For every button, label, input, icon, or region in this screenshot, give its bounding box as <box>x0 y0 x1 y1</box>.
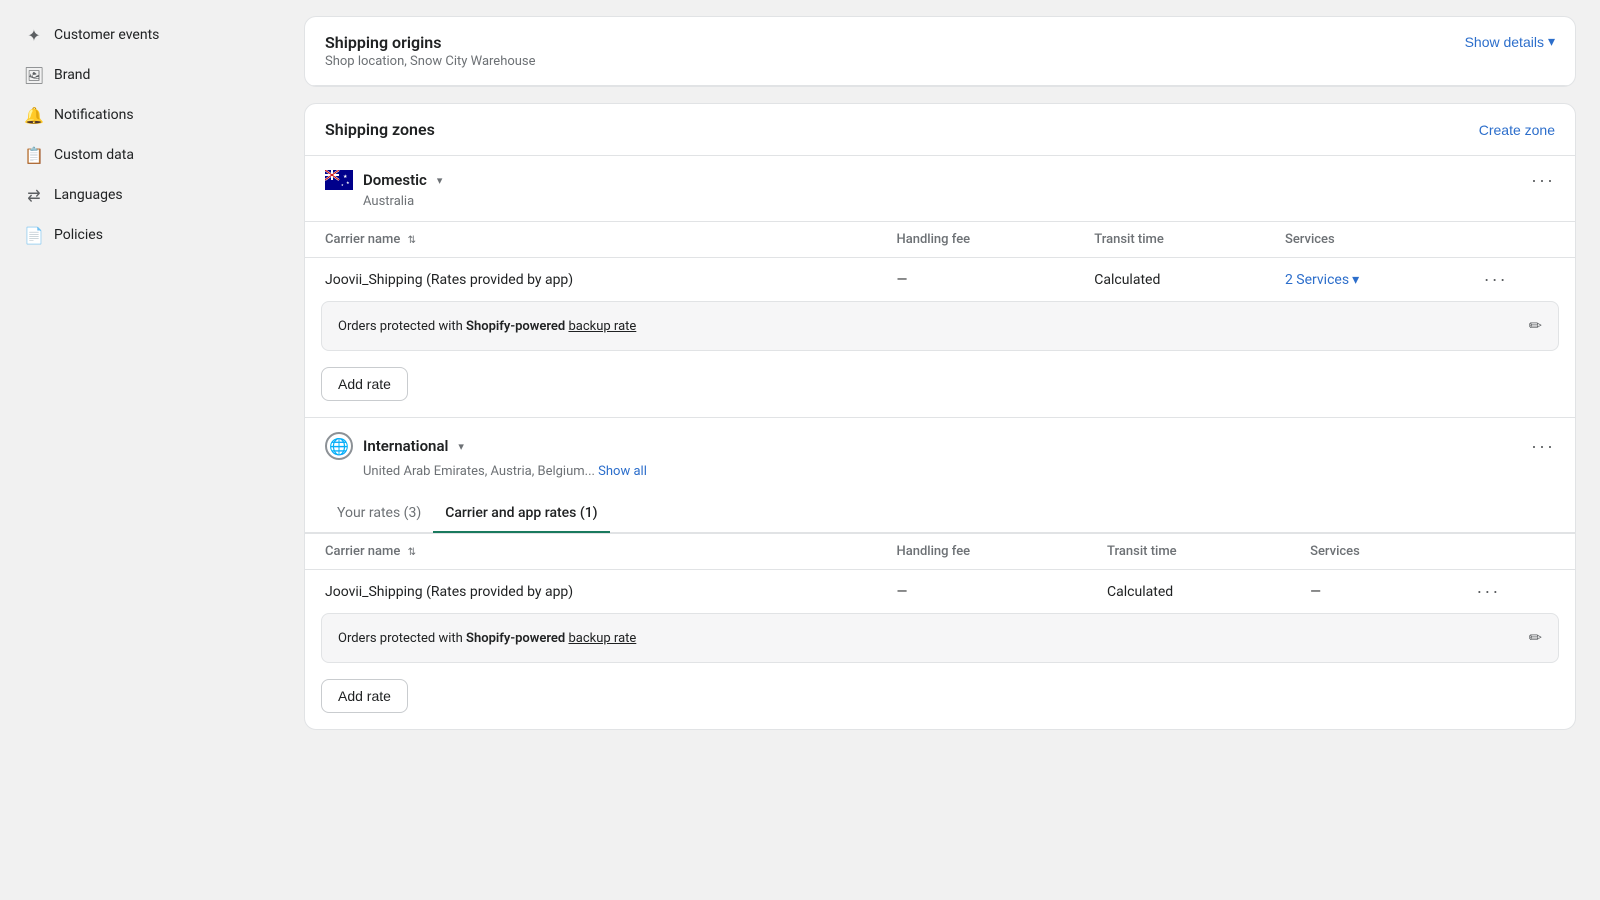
origins-header: Shipping origins Shop location, Snow Cit… <box>305 17 1575 86</box>
sidebar-item-policies[interactable]: 📄 Policies <box>12 216 268 254</box>
sidebar: ✦ Customer events 🖼 Brand 🔔 Notification… <box>0 8 280 900</box>
intl-transit-col-header: Transit time <box>1087 534 1290 570</box>
intl-handling-col-header: Handling fee <box>877 534 1088 570</box>
sidebar-item-languages[interactable]: ⇄ Languages <box>12 176 268 214</box>
zones-title: Shipping zones <box>325 120 435 139</box>
origins-title: Shipping origins <box>325 33 536 52</box>
create-zone-button[interactable]: Create zone <box>1479 122 1555 138</box>
custom-data-icon: 📋 <box>24 145 44 165</box>
svg-text:★: ★ <box>346 180 350 185</box>
languages-icon: ⇄ <box>24 185 44 205</box>
intl-actions-col-header <box>1456 534 1575 570</box>
international-show-all-link[interactable]: Show all <box>598 464 647 479</box>
international-backup-rate-edit-button[interactable]: ✏ <box>1529 628 1542 648</box>
chevron-down-icon: ▾ <box>1548 33 1555 50</box>
sidebar-item-label: Customer events <box>54 27 159 43</box>
domestic-dropdown-icon[interactable]: ▾ <box>437 174 443 187</box>
domestic-zone-menu-button[interactable]: ··· <box>1531 171 1555 189</box>
sidebar-item-label: Policies <box>54 227 103 243</box>
intl-carrier-col-header: Carrier name ⇅ <box>305 534 877 570</box>
domestic-backup-rate-box: Orders protected with Shopify-powered ba… <box>321 301 1559 351</box>
sidebar-item-label: Custom data <box>54 147 134 163</box>
shipping-origins-card: Shipping origins Shop location, Snow Cit… <box>304 16 1576 87</box>
domestic-backup-rate-link[interactable]: backup rate <box>568 319 636 334</box>
international-add-rate-button[interactable]: Add rate <box>321 679 408 713</box>
intl-transit-time: Calculated <box>1087 570 1290 614</box>
domestic-zone-name: Domestic <box>363 171 427 189</box>
sidebar-item-label: Brand <box>54 67 90 83</box>
intl-row-menu: ··· <box>1456 570 1575 614</box>
intl-services-col-header: Services <box>1290 534 1456 570</box>
origins-subtitle: Shop location, Snow City Warehouse <box>325 54 536 69</box>
international-zone: 🌐 International ▾ ··· United Arab Emirat… <box>305 417 1575 729</box>
domestic-zone-title-left: ★ ★ ★ Domestic ▾ <box>325 170 442 190</box>
domestic-transit-time: Calculated <box>1074 258 1265 302</box>
intl-sort-icon: ⇅ <box>408 547 416 558</box>
domestic-handling-fee: — <box>877 258 1075 302</box>
domestic-rate-row: Joovii_Shipping (Rates provided by app) … <box>305 258 1575 302</box>
international-tabs: Your rates (3) Carrier and app rates (1) <box>305 495 1575 533</box>
international-zone-name: International <box>363 437 448 455</box>
international-dropdown-icon[interactable]: ▾ <box>458 440 464 453</box>
brand-icon: 🖼 <box>24 65 44 85</box>
notifications-icon: 🔔 <box>24 105 44 125</box>
domestic-actions-col-header <box>1464 222 1575 258</box>
customer-events-icon: ✦ <box>24 25 44 45</box>
international-rate-row: Joovii_Shipping (Rates provided by app) … <box>305 570 1575 614</box>
sidebar-item-customer-events[interactable]: ✦ Customer events <box>12 16 268 54</box>
intl-carrier-name: Joovii_Shipping (Rates provided by app) <box>305 570 877 614</box>
domestic-services: 2 Services ▾ <box>1265 258 1464 302</box>
domestic-add-rate-button[interactable]: Add rate <box>321 367 408 401</box>
international-zone-title-left: 🌐 International ▾ <box>325 432 464 460</box>
origins-header-left: Shipping origins Shop location, Snow Cit… <box>325 33 536 69</box>
zones-header: Shipping zones Create zone <box>305 104 1575 155</box>
domestic-zone-country: Australia <box>305 194 1575 221</box>
international-backup-rate-link[interactable]: backup rate <box>568 631 636 646</box>
domestic-carrier-col-header: Carrier name ⇅ <box>305 222 877 258</box>
sidebar-item-custom-data[interactable]: 📋 Custom data <box>12 136 268 174</box>
international-backup-rate-box: Orders protected with Shopify-powered ba… <box>321 613 1559 663</box>
policies-icon: 📄 <box>24 225 44 245</box>
domestic-carrier-name: Joovii_Shipping (Rates provided by app) <box>305 258 877 302</box>
sidebar-item-label: Languages <box>54 187 123 203</box>
sidebar-item-label: Notifications <box>54 107 134 123</box>
domestic-handling-col-header: Handling fee <box>877 222 1075 258</box>
australia-flag-icon: ★ ★ ★ <box>325 170 353 190</box>
domestic-zone: ★ ★ ★ Domestic ▾ ··· Australia Carrier n… <box>305 155 1575 417</box>
international-zone-countries: United Arab Emirates, Austria, Belgium..… <box>305 464 1575 491</box>
intl-services: — <box>1290 570 1456 614</box>
domestic-row-menu: ··· <box>1464 258 1575 302</box>
globe-icon: 🌐 <box>325 432 353 460</box>
international-rate-table: Carrier name ⇅ Handling fee Transit time… <box>305 533 1575 613</box>
intl-handling-fee: — <box>877 570 1088 614</box>
sidebar-item-notifications[interactable]: 🔔 Notifications <box>12 96 268 134</box>
international-zone-menu-button[interactable]: ··· <box>1531 437 1555 455</box>
tab-carrier-app-rates[interactable]: Carrier and app rates (1) <box>433 495 609 533</box>
intl-row-menu-button[interactable]: ··· <box>1476 582 1500 600</box>
domestic-backup-rate-text: Orders protected with Shopify-powered ba… <box>338 319 636 334</box>
svg-text:★: ★ <box>341 183 344 187</box>
main-content: Shipping origins Shop location, Snow Cit… <box>280 0 1600 900</box>
domestic-zone-title-row: ★ ★ ★ Domestic ▾ ··· <box>305 156 1575 194</box>
tab-your-rates[interactable]: Your rates (3) <box>325 495 433 533</box>
domestic-transit-col-header: Transit time <box>1074 222 1265 258</box>
domestic-backup-rate-edit-button[interactable]: ✏ <box>1529 316 1542 336</box>
international-zone-title-row: 🌐 International ▾ ··· <box>305 418 1575 464</box>
shipping-zones-card: Shipping zones Create zone <box>304 103 1576 730</box>
domestic-row-menu-button[interactable]: ··· <box>1484 270 1508 288</box>
show-details-label: Show details <box>1465 34 1544 50</box>
sort-icon: ⇅ <box>408 235 416 246</box>
domestic-rate-table: Carrier name ⇅ Handling fee Transit time… <box>305 221 1575 301</box>
international-backup-rate-text: Orders protected with Shopify-powered ba… <box>338 631 636 646</box>
domestic-services-col-header: Services <box>1265 222 1464 258</box>
sidebar-item-brand[interactable]: 🖼 Brand <box>12 56 268 94</box>
show-details-button[interactable]: Show details ▾ <box>1465 33 1555 50</box>
chevron-down-icon: ▾ <box>1352 272 1359 288</box>
